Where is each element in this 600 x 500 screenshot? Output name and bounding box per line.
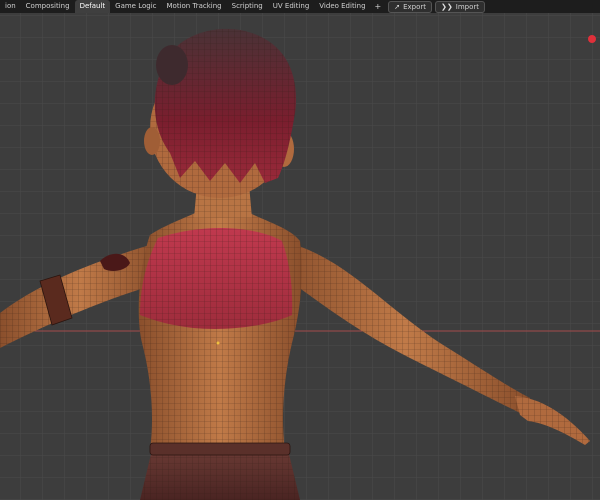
workspace-tab-bar: ion Compositing Default Game Logic Motio…: [0, 0, 600, 13]
tab-video-editing[interactable]: Video Editing: [314, 0, 370, 13]
tab-compositing[interactable]: Compositing: [21, 0, 75, 13]
hair-bun: [156, 45, 188, 85]
viewport-canvas[interactable]: [0, 13, 600, 500]
tab-motion-tracking[interactable]: Motion Tracking: [162, 0, 227, 13]
pants-wireframe: [140, 450, 300, 500]
add-workspace-button[interactable]: +: [371, 0, 386, 13]
crop-top-wireframe: [140, 228, 293, 329]
export-arrow-icon: ➚: [394, 2, 401, 11]
tab-scripting[interactable]: Scripting: [227, 0, 268, 13]
ear-left: [144, 127, 160, 155]
import-arrow-icon: ❯❯: [441, 2, 453, 11]
3d-viewport[interactable]: [0, 13, 600, 500]
import-button[interactable]: ❯❯ Import: [435, 0, 485, 13]
record-dot-icon[interactable]: [588, 35, 596, 43]
belt: [149, 442, 291, 456]
import-label: Import: [455, 2, 479, 11]
tab-animation[interactable]: ion: [0, 0, 21, 13]
tab-uv-editing[interactable]: UV Editing: [268, 0, 315, 13]
export-label: Export: [403, 2, 427, 11]
export-button[interactable]: ➚ Export: [388, 0, 433, 13]
origin-point: [216, 341, 220, 345]
tab-game-logic[interactable]: Game Logic: [110, 0, 161, 13]
tab-default[interactable]: Default: [74, 0, 111, 13]
